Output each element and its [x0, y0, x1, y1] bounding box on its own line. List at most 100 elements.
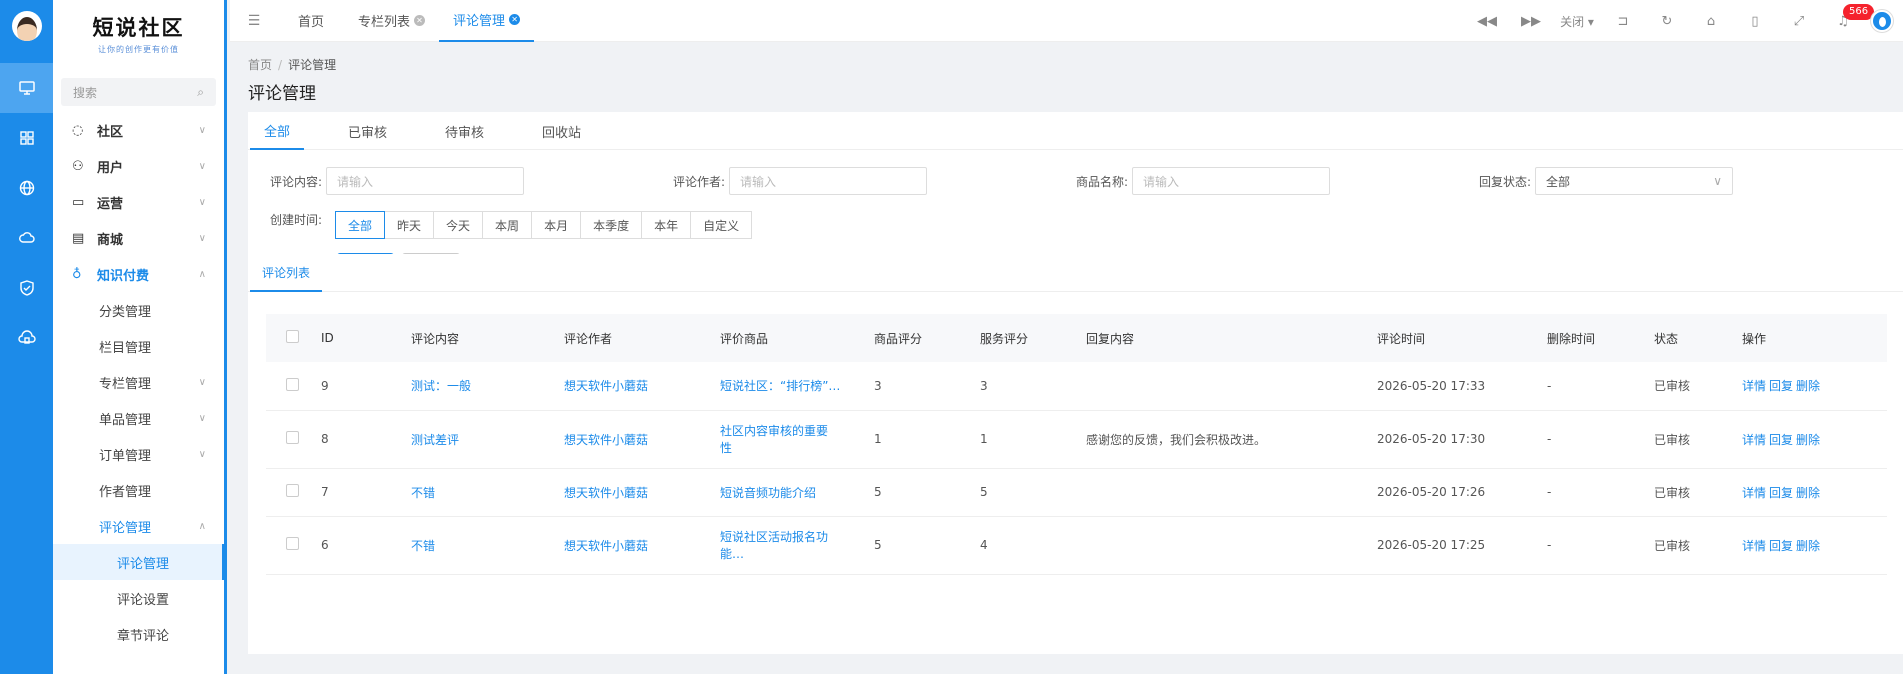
time-option-month[interactable]: 本月 — [531, 211, 582, 239]
tab-approved[interactable]: 已审核 — [334, 112, 401, 150]
tab-comment-manage[interactable]: 评论管理 ✕ — [439, 0, 535, 42]
detail-link[interactable]: 详情 — [1742, 379, 1766, 393]
cloud-building-icon[interactable] — [0, 313, 53, 363]
cell-content[interactable]: 不错 — [411, 468, 564, 517]
delete-link[interactable]: 删除 — [1796, 379, 1820, 393]
breadcrumb-home[interactable]: 首页 — [248, 58, 272, 72]
select-all-checkbox[interactable] — [286, 330, 299, 343]
submenu-item-comment-settings[interactable]: 评论设置 — [53, 580, 224, 616]
cell-product[interactable]: 短说音频功能介绍 — [720, 468, 874, 517]
time-option-today[interactable]: 今天 — [433, 211, 484, 239]
tab-label: 专栏列表 — [358, 15, 411, 30]
submenu-item-orders[interactable]: 订单管理 ∨ — [53, 436, 224, 472]
tab-recycle-bin[interactable]: 回收站 — [528, 112, 595, 150]
reply-status-select[interactable]: 全部 ∨ — [1535, 167, 1734, 195]
delete-link[interactable]: 删除 — [1796, 433, 1820, 447]
menu-item-community[interactable]: ◌ 社区 ∨ — [53, 112, 224, 148]
cell-time: 2026-05-20 17:26 — [1377, 468, 1547, 517]
user-avatar[interactable] — [1871, 10, 1893, 32]
shield-icon[interactable] — [0, 263, 53, 313]
cell-author[interactable]: 想天软件小蘑菇 — [564, 410, 720, 469]
row-checkbox[interactable] — [286, 484, 299, 497]
submenu-item-comments[interactable]: 评论管理 ∧ — [53, 508, 224, 544]
product-name-input[interactable]: 请输入 — [1132, 167, 1331, 195]
reply-link[interactable]: 回复 — [1769, 486, 1793, 500]
time-option-year[interactable]: 本年 — [641, 211, 692, 239]
product-name: 短说社区活动报名功 — [720, 530, 829, 544]
cell-deleted: - — [1547, 516, 1654, 575]
close-tabs-dropdown[interactable]: 关闭 ▾ — [1553, 13, 1601, 30]
detail-link[interactable]: 详情 — [1742, 539, 1766, 553]
fullscreen-icon[interactable]: ⤢ — [1777, 14, 1821, 29]
scroll-right-icon[interactable]: ▶▶ — [1509, 14, 1553, 29]
cell-product[interactable]: 短说社区活动报名功 能… — [720, 516, 874, 575]
menu-label: 用户 — [97, 160, 124, 176]
comment-list-card: 评论列表 ID 评论内容 评论作者 评价商品 商品评分 服务评分 回复内容 评论… — [248, 254, 1903, 654]
brand-logo[interactable]: 短说社区 让你的创作更有价值 — [53, 0, 224, 62]
menu-label: 运营 — [97, 196, 124, 212]
cloud-icon[interactable] — [0, 213, 53, 263]
time-option-yesterday[interactable]: 昨天 — [384, 211, 435, 239]
submenu-item-column[interactable]: 栏目管理 — [53, 328, 224, 364]
refresh-icon[interactable]: ↻ — [1645, 14, 1689, 29]
bell-icon[interactable]: ♫ 566 — [1821, 3, 1875, 29]
menu-item-knowledge-pay[interactable]: ♁ 知识付费 ∧ — [53, 256, 224, 292]
submenu-item-authors[interactable]: 作者管理 — [53, 472, 224, 508]
tab-column-list[interactable]: 专栏列表 ✕ — [344, 0, 439, 42]
cell-product[interactable]: 短说社区：“排行榜”… — [720, 362, 874, 411]
avatar[interactable] — [11, 11, 42, 41]
comment-content-input[interactable]: 请输入 — [326, 167, 525, 195]
reply-link[interactable]: 回复 — [1769, 539, 1793, 553]
delete-link[interactable]: 删除 — [1796, 486, 1820, 500]
tab-comment-list[interactable]: 评论列表 — [250, 254, 323, 292]
cell-author[interactable]: 想天软件小蘑菇 — [564, 516, 720, 575]
submenu-item-special-column[interactable]: 专栏管理 ∨ — [53, 364, 224, 400]
menu-item-store[interactable]: ▤ 商城 ∨ — [53, 220, 224, 256]
detail-link[interactable]: 详情 — [1742, 433, 1766, 447]
scroll-left-icon[interactable]: ◀◀ — [1465, 14, 1509, 29]
submenu-item-category[interactable]: 分类管理 — [53, 292, 224, 328]
reply-link[interactable]: 回复 — [1769, 433, 1793, 447]
delete-link[interactable]: 删除 — [1796, 539, 1820, 553]
cell-content[interactable]: 测试差评 — [411, 410, 564, 469]
time-option-all[interactable]: 全部 — [335, 211, 386, 239]
col-header: 操作 — [1742, 314, 1887, 362]
lock-icon[interactable]: ⌂ — [1689, 14, 1733, 29]
time-option-quarter[interactable]: 本季度 — [580, 211, 643, 239]
tab-home[interactable]: 首页 — [278, 0, 344, 42]
menu-search-input[interactable]: 搜索 ⌕ — [61, 78, 216, 106]
grid-icon[interactable] — [0, 113, 53, 163]
submenu-item-chapter-comments[interactable]: 章节评论 — [53, 616, 224, 652]
row-checkbox[interactable] — [286, 431, 299, 444]
tab-pending[interactable]: 待审核 — [431, 112, 498, 150]
store-icon: ▤ — [72, 230, 85, 246]
menu-item-operations[interactable]: ▭ 运营 ∨ — [53, 184, 224, 220]
time-option-custom[interactable]: 自定义 — [690, 211, 753, 239]
submenu-item-comment-manage[interactable]: 评论管理 — [53, 544, 224, 580]
globe-icon[interactable] — [0, 163, 53, 213]
desktop-icon[interactable] — [0, 63, 53, 113]
menu-item-users[interactable]: ⚇ 用户 ∨ — [53, 148, 224, 184]
submenu-item-single[interactable]: 单品管理 ∨ — [53, 400, 224, 436]
cell-author[interactable]: 想天软件小蘑菇 — [564, 362, 720, 411]
cell-deleted: - — [1547, 410, 1654, 469]
cell-content[interactable]: 测试：一般 — [411, 362, 564, 411]
close-icon[interactable]: ✕ — [414, 15, 426, 26]
row-checkbox[interactable] — [286, 377, 299, 391]
close-icon[interactable]: ✕ — [509, 14, 521, 25]
detail-link[interactable]: 详情 — [1742, 486, 1766, 500]
cell-product[interactable]: 社区内容审核的重要性 — [720, 410, 874, 469]
mobile-icon[interactable]: ▯ — [1733, 14, 1777, 29]
cell-content[interactable]: 不错 — [411, 516, 564, 575]
tab-all[interactable]: 全部 — [250, 112, 305, 150]
notification-badge: 566 — [1843, 3, 1875, 20]
comment-author-input[interactable]: 请输入 — [729, 167, 928, 195]
row-checkbox[interactable] — [286, 537, 299, 550]
search-icon[interactable]: ⌕ — [197, 85, 204, 100]
time-option-week[interactable]: 本周 — [482, 211, 533, 239]
back-icon[interactable]: ⊐ — [1601, 14, 1645, 29]
collapse-menu-icon[interactable]: ☰ — [230, 13, 278, 29]
reply-link[interactable]: 回复 — [1769, 379, 1793, 393]
cell-author[interactable]: 想天软件小蘑菇 — [564, 468, 720, 517]
chevron-down-icon: ∨ — [198, 196, 206, 208]
